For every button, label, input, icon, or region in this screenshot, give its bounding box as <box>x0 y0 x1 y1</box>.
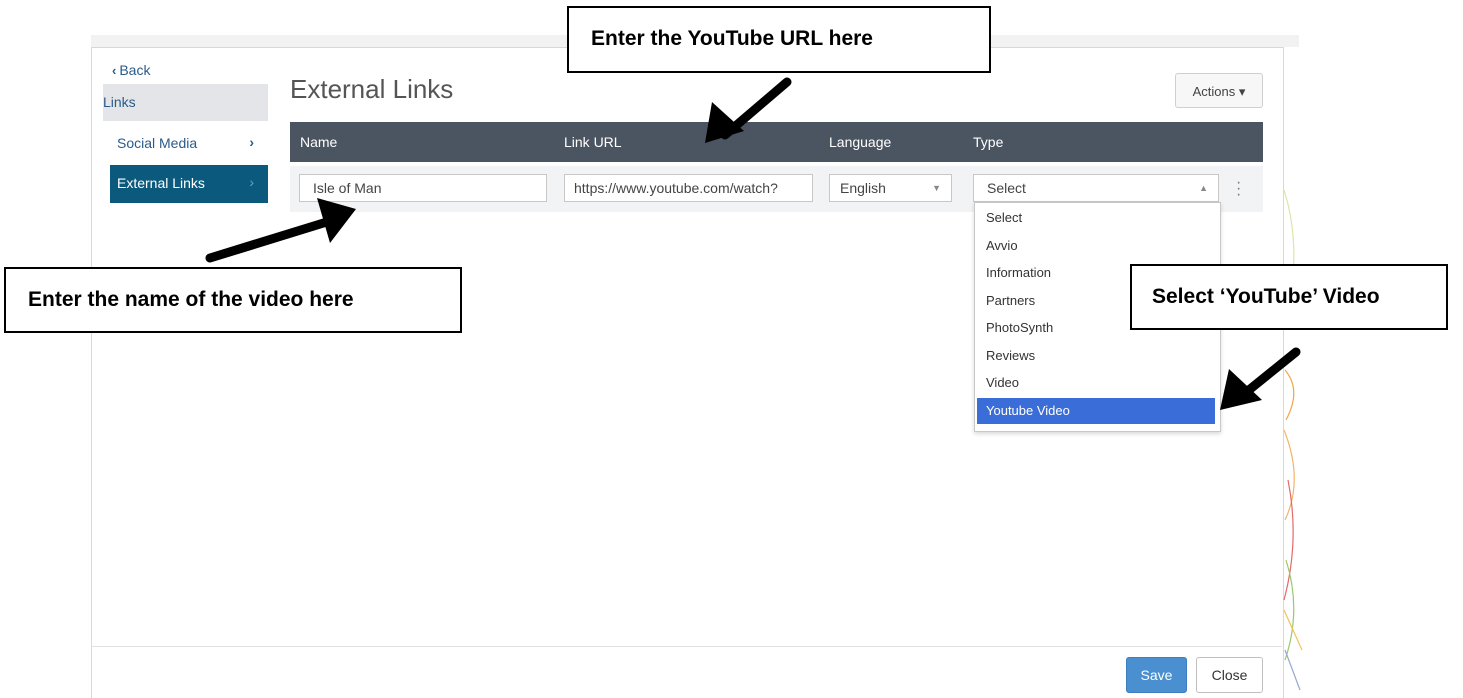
close-button[interactable]: Close <box>1196 657 1263 693</box>
page-title: External Links <box>290 74 454 104</box>
caret-up-icon: ▲ <box>1199 183 1208 193</box>
save-button[interactable]: Save <box>1126 657 1187 693</box>
decorative-background-lines <box>1283 189 1303 691</box>
chevron-right-icon: › <box>249 134 254 150</box>
column-header-language: Language <box>829 134 892 150</box>
actions-dropdown-button[interactable]: Actions ▾ <box>1175 73 1263 108</box>
option-reviews[interactable]: Reviews <box>977 343 1215 369</box>
table-header: Name Link URL Language Type <box>290 122 1263 162</box>
option-avvio[interactable]: Avvio <box>977 233 1215 259</box>
back-link[interactable]: ‹ Back <box>112 62 150 78</box>
caret-down-icon: ▼ <box>932 183 941 193</box>
column-header-type: Type <box>973 134 1004 150</box>
annotation-url-callout: Enter the YouTube URL here <box>567 6 991 73</box>
language-select[interactable]: English ▼ <box>829 174 952 202</box>
sidebar-item-social-media[interactable]: Social Media › <box>110 125 268 163</box>
chevron-right-icon: › <box>249 174 254 190</box>
language-value: English <box>840 180 886 196</box>
link-url-input[interactable]: https://www.youtube.com/watch? <box>564 174 813 202</box>
row-menu-icon[interactable]: · · · <box>1236 175 1241 203</box>
back-label: Back <box>119 62 151 78</box>
type-value: Select <box>987 180 1026 196</box>
option-video[interactable]: Video <box>977 370 1215 396</box>
footer-divider <box>91 646 1282 647</box>
sidebar-item-external-links[interactable]: External Links › <box>110 165 268 203</box>
sidebar-section-label: Links <box>103 94 136 110</box>
type-select[interactable]: Select ▲ <box>973 174 1219 202</box>
column-header-link-url: Link URL <box>564 134 622 150</box>
column-header-name: Name <box>300 134 338 150</box>
sidebar-item-label: Social Media <box>117 135 198 151</box>
name-input[interactable]: Isle of Man <box>299 174 547 202</box>
annotation-type-callout: Select ‘YouTube’ Video <box>1130 264 1448 330</box>
annotation-name-callout: Enter the name of the video here <box>4 267 462 333</box>
option-select[interactable]: Select <box>977 205 1215 231</box>
option-youtube-video[interactable]: Youtube Video <box>977 398 1215 424</box>
sidebar-section-links: Links <box>103 84 268 121</box>
sidebar-item-label: External Links <box>117 175 205 191</box>
chevron-left-icon: ‹ <box>112 63 117 78</box>
